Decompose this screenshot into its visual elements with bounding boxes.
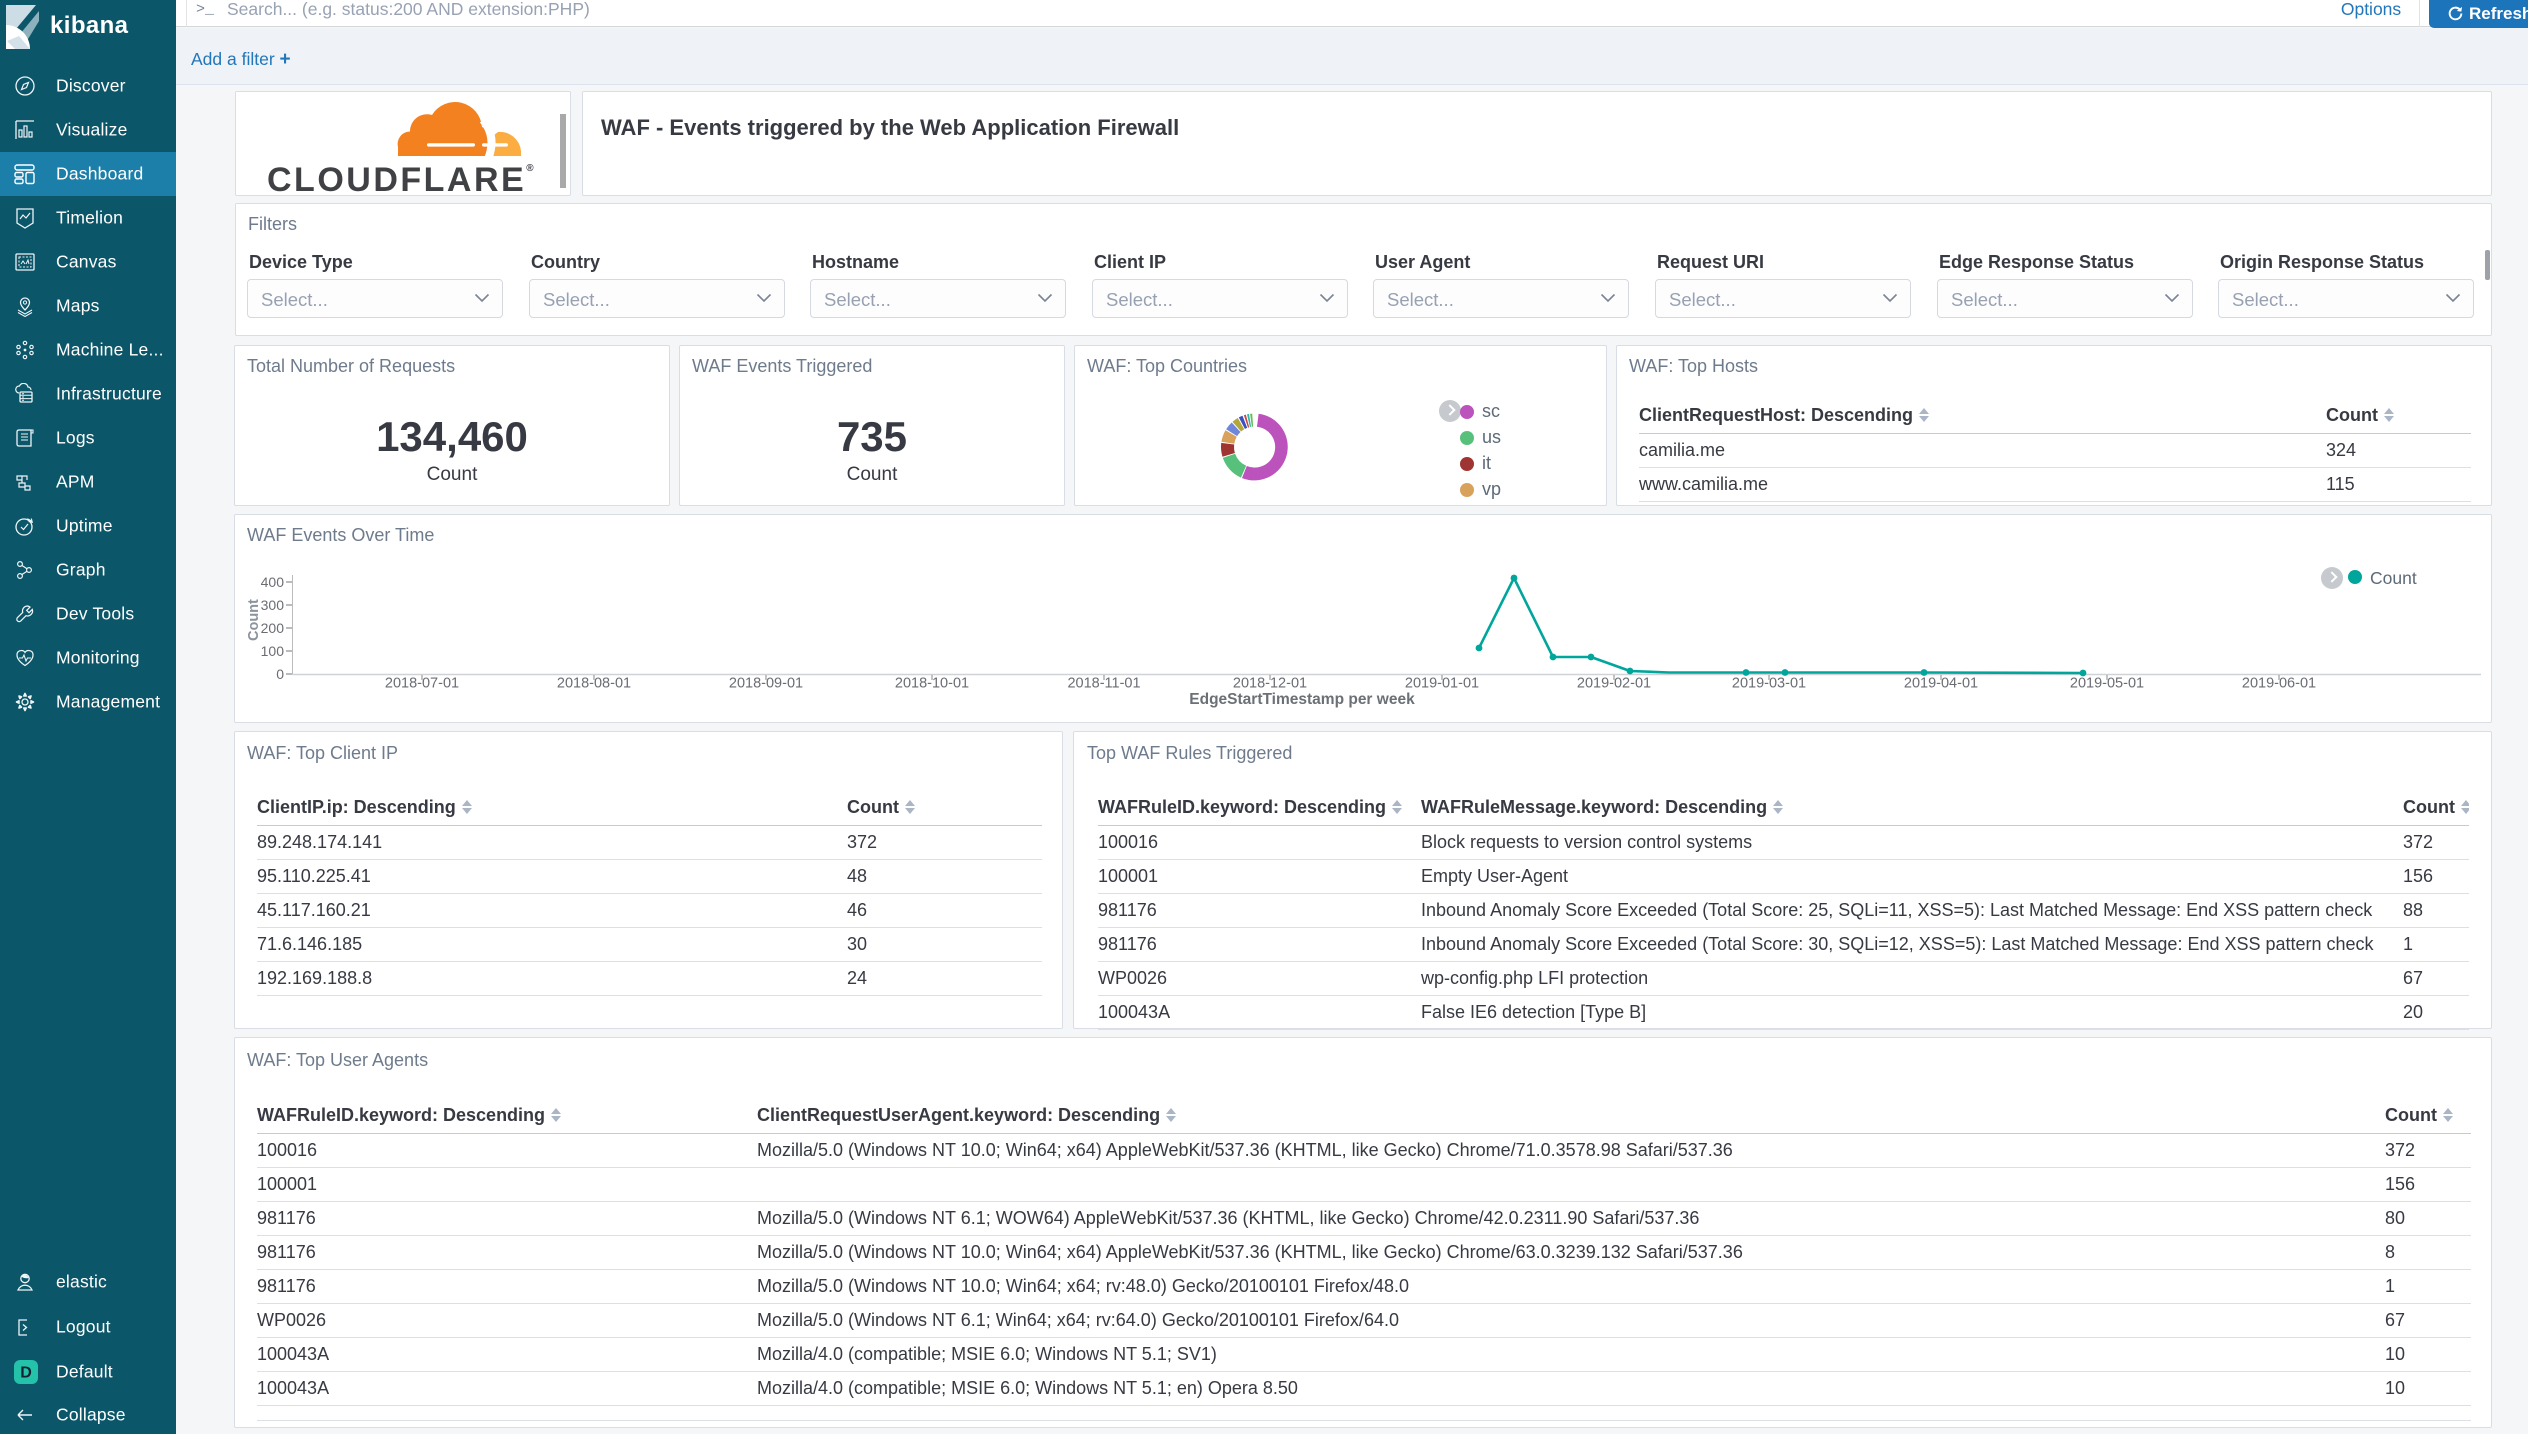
svg-text:2018-08-01: 2018-08-01 bbox=[557, 676, 631, 692]
svg-text:0: 0 bbox=[276, 666, 284, 682]
svg-text:2019-05-01: 2019-05-01 bbox=[2070, 676, 2144, 692]
svg-text:2018-07-01: 2018-07-01 bbox=[385, 676, 459, 692]
svg-text:200: 200 bbox=[261, 620, 285, 636]
svg-text:2019-04-01: 2019-04-01 bbox=[1904, 676, 1978, 692]
svg-text:EdgeStartTimestamp per week: EdgeStartTimestamp per week bbox=[1189, 691, 1415, 708]
svg-text:2018-09-01: 2018-09-01 bbox=[729, 676, 803, 692]
svg-text:2019-02-01: 2019-02-01 bbox=[1577, 676, 1651, 692]
svg-text:400: 400 bbox=[261, 574, 285, 590]
svg-text:2018-10-01: 2018-10-01 bbox=[895, 676, 969, 692]
svg-text:2018-12-01: 2018-12-01 bbox=[1233, 676, 1307, 692]
svg-text:2018-11-01: 2018-11-01 bbox=[1067, 676, 1140, 692]
svg-text:100: 100 bbox=[261, 643, 285, 659]
svg-text:300: 300 bbox=[261, 597, 285, 613]
svg-text:2019-06-01: 2019-06-01 bbox=[2242, 676, 2316, 692]
svg-text:D: D bbox=[20, 1365, 32, 1382]
svg-text:2019-03-01: 2019-03-01 bbox=[1732, 676, 1806, 692]
svg-text:Count: Count bbox=[246, 599, 262, 641]
svg-text:2019-01-01: 2019-01-01 bbox=[1405, 676, 1479, 692]
